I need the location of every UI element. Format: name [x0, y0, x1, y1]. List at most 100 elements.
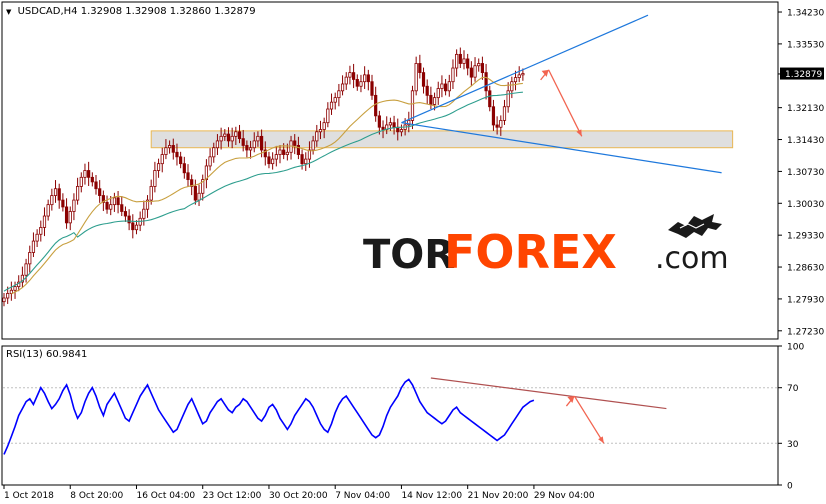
- candle-body: [418, 63, 422, 73]
- candle-body: [458, 53, 462, 64]
- candle-body: [495, 124, 499, 128]
- candle-body: [348, 72, 352, 78]
- candle-body: [318, 129, 323, 133]
- candle-body: [2, 297, 6, 303]
- candle-body: [87, 170, 91, 178]
- candle-body: [53, 188, 58, 196]
- candle-body: [208, 156, 212, 167]
- candle-body: [35, 233, 39, 242]
- candle-body: [300, 154, 304, 165]
- rsi-tick-label: 100: [787, 343, 804, 353]
- candle-body: [186, 172, 190, 181]
- candle-body: [94, 181, 98, 190]
- time-tick-label: 21 Nov 20:00: [468, 491, 529, 501]
- candle-body: [513, 77, 518, 83]
- candle-body: [68, 211, 72, 224]
- candle-body: [466, 58, 470, 69]
- candle-body: [116, 197, 120, 206]
- time-tick-label: 7 Nov 04:00: [335, 491, 390, 501]
- candle-body: [443, 83, 448, 92]
- candle-body: [304, 158, 308, 165]
- candle-body: [39, 227, 43, 235]
- candle-body: [469, 67, 473, 78]
- candle-body: [307, 149, 312, 160]
- candle-body: [326, 108, 330, 124]
- candle-body: [451, 67, 455, 83]
- candle-body: [226, 133, 231, 142]
- candle-body: [315, 131, 319, 142]
- candle-body: [237, 131, 242, 140]
- price-tick-label: 1.30030: [787, 200, 824, 210]
- watermark-brand: FOREX: [444, 225, 617, 279]
- candle-body: [197, 192, 201, 201]
- candle-body: [521, 73, 525, 76]
- candle-body: [142, 208, 146, 219]
- candle-body: [480, 63, 485, 73]
- candle-body: [355, 79, 359, 87]
- candle-body: [510, 81, 514, 92]
- candle-body: [182, 163, 186, 174]
- price-tick-label: 1.34230: [787, 9, 824, 19]
- candle-body: [134, 224, 139, 231]
- candle-body: [256, 135, 260, 142]
- candle-body: [112, 197, 116, 206]
- time-tick-label: 8 Oct 20:00: [70, 491, 123, 501]
- candle-body: [399, 129, 404, 133]
- candle-body: [340, 83, 345, 92]
- rsi-tick-label: 30: [787, 440, 799, 450]
- candle-body: [363, 74, 367, 83]
- candle-body: [98, 188, 102, 196]
- candle-body: [388, 122, 393, 126]
- candle-body: [285, 151, 289, 155]
- watermark-prefix: TOR: [363, 232, 455, 278]
- candle-body: [179, 156, 183, 165]
- price-tick-label: 1.30730: [787, 168, 824, 178]
- candle-body: [24, 263, 28, 276]
- candle-body: [311, 140, 315, 151]
- candle-body: [421, 72, 426, 87]
- candle-body: [245, 145, 249, 151]
- candle-body: [477, 63, 481, 67]
- candle-body: [153, 170, 157, 187]
- candle-body: [123, 211, 128, 217]
- candle-body: [436, 88, 440, 99]
- candle-body: [31, 240, 36, 253]
- candle-body: [42, 215, 47, 228]
- candle-body: [282, 149, 286, 155]
- dropdown-icon: ▼: [6, 8, 12, 16]
- symbol-header: ▼ USDCAD,H4 1.32908 1.32908 1.32860 1.32…: [6, 6, 256, 17]
- candle-body: [484, 72, 488, 92]
- candle-body: [502, 106, 507, 121]
- candle-body: [76, 186, 80, 201]
- candle-body: [79, 176, 83, 187]
- candle-body: [293, 140, 297, 146]
- candle-body: [337, 90, 341, 99]
- candle-body: [57, 188, 61, 201]
- candle-body: [344, 76, 348, 85]
- candle-body: [72, 199, 76, 212]
- time-tick-label: 14 Nov 12:00: [401, 491, 462, 501]
- candle-body: [333, 97, 337, 103]
- candle-body: [259, 135, 264, 151]
- candle-body: [322, 122, 326, 130]
- candle-body: [517, 74, 521, 78]
- price-tick-label: 1.33530: [787, 40, 824, 50]
- time-tick-label: 23 Oct 12:00: [203, 491, 262, 501]
- time-tick-label: 29 Nov 04:00: [534, 491, 595, 501]
- candle-body: [230, 135, 234, 142]
- price-tick-label: 1.27230: [787, 327, 824, 337]
- candle-body: [455, 53, 459, 69]
- candle-body: [351, 72, 356, 80]
- candle-body: [109, 204, 113, 210]
- candle-body: [219, 135, 223, 142]
- candle-body: [127, 215, 131, 224]
- candle-body: [13, 286, 17, 291]
- candle-body: [164, 147, 168, 155]
- chart-canvas[interactable]: TOR FOREX .com ▼ USDCAD,H4 1.32908 1.329…: [0, 0, 826, 504]
- rsi-tick-label: 0: [787, 482, 793, 492]
- price-tick-label: 1.28630: [787, 264, 824, 274]
- candle-body: [414, 63, 418, 92]
- candle-body: [425, 85, 429, 96]
- candle-body: [440, 83, 444, 89]
- candle-body: [370, 81, 374, 96]
